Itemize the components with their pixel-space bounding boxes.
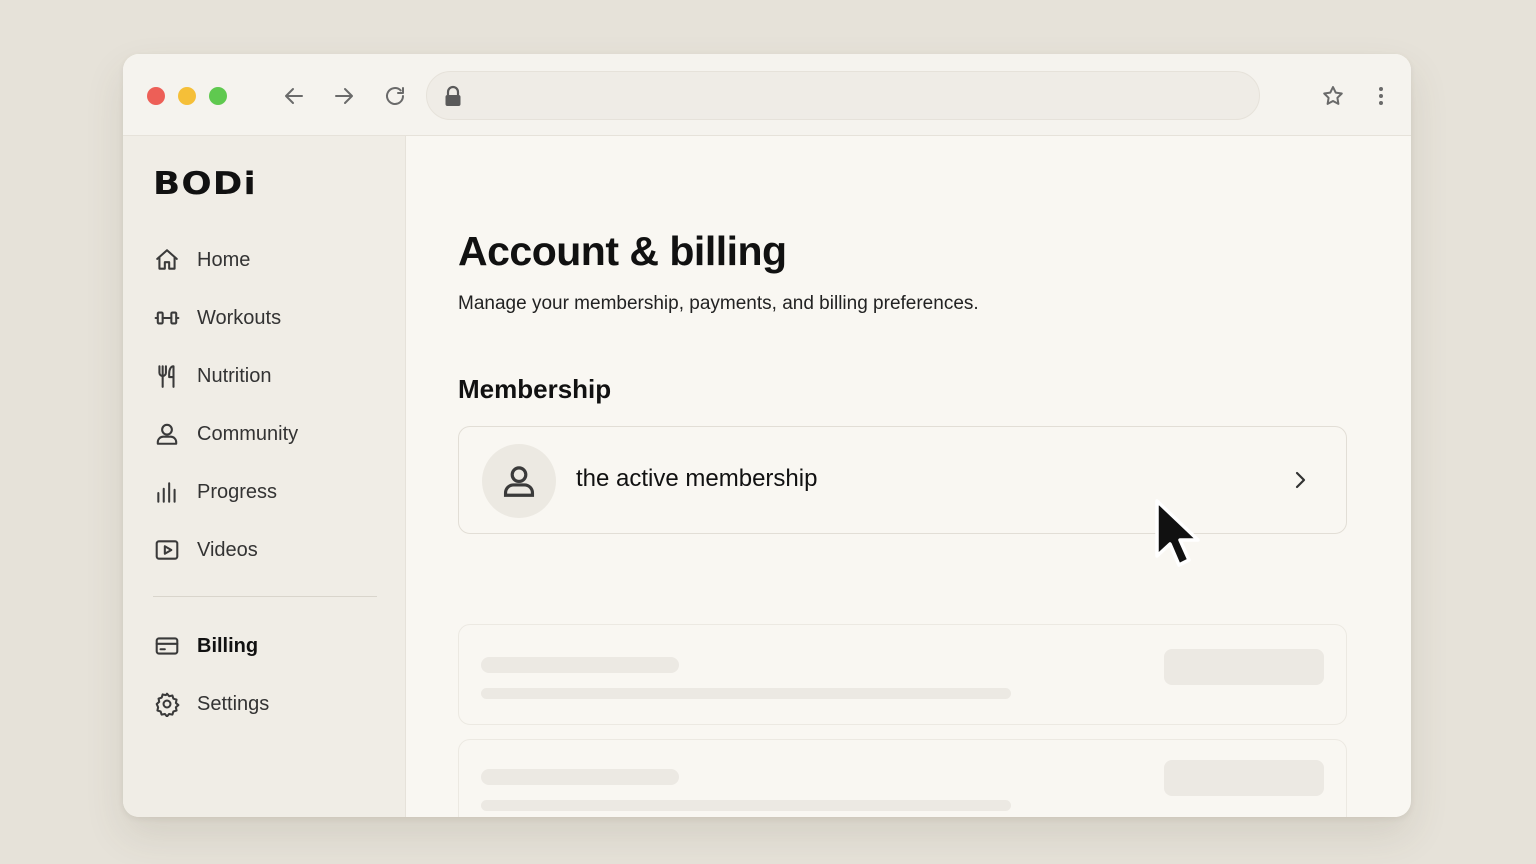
gear-icon — [153, 690, 181, 718]
sidebar-item-progress[interactable]: Progress — [153, 472, 383, 512]
minimize-window-button[interactable] — [178, 87, 196, 105]
sidebar-item-label: Nutrition — [197, 364, 272, 387]
browser-menu-button[interactable] — [1367, 82, 1395, 110]
skeleton-line — [481, 800, 1011, 811]
sidebar-divider — [153, 596, 377, 597]
forward-button[interactable] — [330, 82, 358, 110]
credit-card-icon — [153, 632, 181, 660]
sidebar-item-nutrition[interactable]: Nutrition — [153, 356, 383, 396]
page-title: Account & billing — [458, 228, 787, 274]
skeleton-line — [481, 657, 679, 673]
url-input[interactable] — [475, 72, 1235, 119]
person-icon — [503, 466, 535, 497]
sidebar-item-workouts[interactable]: Workouts — [153, 298, 383, 338]
chevron-right-icon — [1288, 468, 1312, 492]
dumbbell-icon — [153, 304, 181, 332]
back-button[interactable] — [280, 82, 308, 110]
sidebar-item-label: Community — [197, 422, 299, 445]
lock-icon — [445, 85, 461, 106]
video-play-icon — [153, 536, 181, 564]
sidebar-item-billing[interactable]: Billing — [153, 626, 383, 666]
reload-button[interactable] — [381, 82, 409, 110]
sidebar-item-label: Home — [197, 248, 251, 271]
sidebar-item-community[interactable]: Community — [153, 414, 383, 454]
membership-label: the active membership — [576, 465, 818, 492]
loading-placeholder-card — [458, 739, 1347, 817]
section-title-membership: Membership — [458, 374, 612, 404]
loading-placeholder-card — [458, 624, 1347, 725]
avatar — [482, 444, 556, 518]
sidebar-item-label: Settings — [197, 692, 270, 715]
star-icon — [1323, 86, 1343, 105]
browser-toolbar — [123, 54, 1411, 136]
skeleton-button — [1164, 649, 1324, 685]
bar-chart-icon — [153, 478, 181, 506]
maximize-window-button[interactable] — [209, 87, 227, 105]
bookmark-button[interactable] — [1319, 82, 1347, 110]
mouse-pointer-icon — [1155, 499, 1200, 567]
fork-knife-icon — [153, 362, 181, 390]
arrow-right-icon — [335, 88, 353, 104]
sidebar-item-label: Videos — [197, 538, 258, 561]
person-icon — [153, 420, 181, 448]
bodi-logo[interactable]: BODi — [153, 166, 257, 202]
sidebar: BODi Home Workouts Nutrition Community P… — [123, 136, 406, 817]
reload-icon — [386, 87, 404, 105]
sidebar-item-videos[interactable]: Videos — [153, 530, 383, 570]
close-window-button[interactable] — [147, 87, 165, 105]
skeleton-line — [481, 769, 679, 785]
arrow-left-icon — [285, 88, 303, 104]
skeleton-line — [481, 688, 1011, 699]
main-content: Account & billing Manage your membership… — [406, 136, 1411, 817]
sidebar-item-home[interactable]: Home — [153, 240, 383, 280]
sidebar-item-label: Billing — [197, 634, 259, 657]
sidebar-item-label: Workouts — [197, 306, 282, 329]
home-icon — [153, 246, 181, 274]
address-bar[interactable] — [426, 71, 1260, 120]
sidebar-item-settings[interactable]: Settings — [153, 684, 383, 724]
membership-card[interactable]: the active membership — [458, 426, 1347, 534]
sidebar-item-label: Progress — [197, 480, 278, 503]
browser-window: BODi Home Workouts Nutrition Community P… — [123, 54, 1411, 817]
kebab-menu-icon — [1379, 87, 1383, 105]
page-subtitle: Manage your membership, payments, and bi… — [458, 293, 979, 314]
skeleton-button — [1164, 760, 1324, 796]
